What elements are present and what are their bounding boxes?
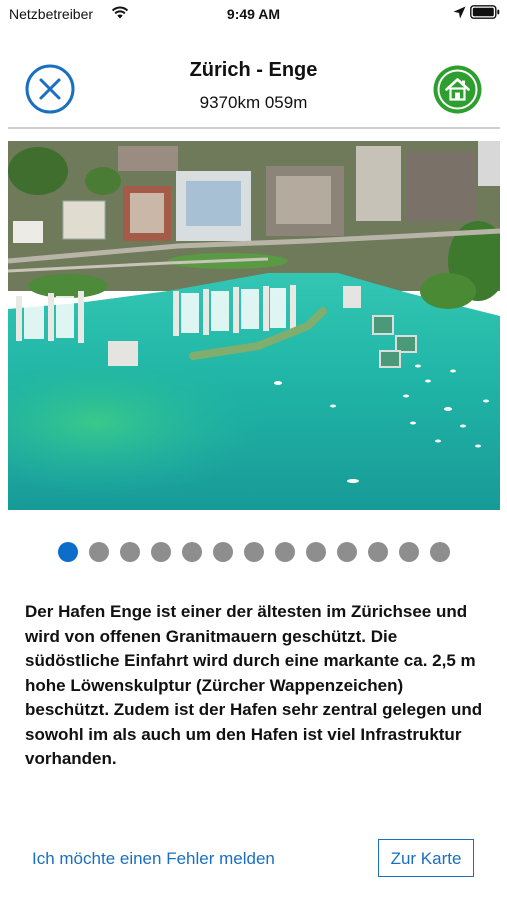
home-icon[interactable]	[432, 64, 483, 115]
page-dot[interactable]	[337, 542, 357, 562]
page-dot[interactable]	[430, 542, 450, 562]
description-text: Der Hafen Enge ist einer der ältesten im…	[25, 602, 483, 768]
status-bar: Netzbetreiber 9:49 AM	[0, 0, 507, 28]
page-dot[interactable]	[368, 542, 388, 562]
distance-label: 9370km 059m	[199, 93, 308, 112]
page-dot[interactable]	[275, 542, 295, 562]
page-indicator[interactable]	[58, 542, 450, 562]
report-error-link[interactable]: Ich möchte einen Fehler melden	[32, 849, 275, 869]
location-arrow-icon	[453, 6, 466, 19]
page-dot[interactable]	[399, 542, 419, 562]
page-dot[interactable]	[58, 542, 78, 562]
page-dot[interactable]	[120, 542, 140, 562]
page-dot[interactable]	[306, 542, 326, 562]
page-title: Zürich - Enge	[189, 59, 318, 81]
harbor-photo[interactable]	[8, 141, 500, 510]
battery-icon	[470, 5, 500, 19]
page-dot[interactable]	[213, 542, 233, 562]
status-time: 9:49 AM	[226, 6, 281, 22]
header-divider	[8, 127, 500, 129]
page-dot[interactable]	[151, 542, 171, 562]
map-button[interactable]: Zur Karte	[378, 839, 474, 877]
page-dot[interactable]	[244, 542, 264, 562]
page-dot[interactable]	[89, 542, 109, 562]
page-dot[interactable]	[182, 542, 202, 562]
